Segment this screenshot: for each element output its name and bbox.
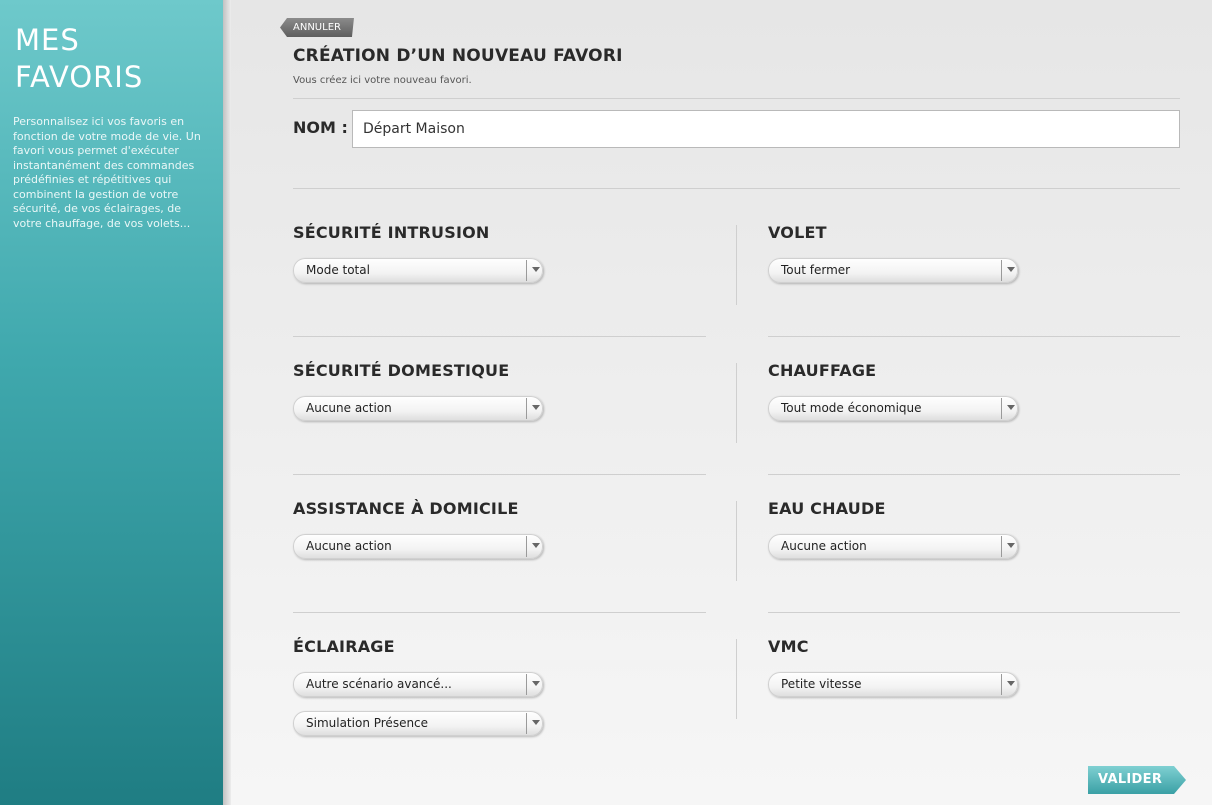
chevron-down-icon (1007, 681, 1015, 686)
chevron-down-icon (532, 720, 540, 725)
divider (293, 336, 706, 337)
select-value: Autre scénario avancé... (306, 677, 452, 691)
column-divider (736, 639, 737, 719)
volet-select[interactable]: Tout fermer (768, 258, 1018, 283)
eau-chaude-select[interactable]: Aucune action (768, 534, 1018, 559)
divider (293, 474, 706, 475)
select-separator (1001, 536, 1002, 557)
section-title-eau-chaude: EAU CHAUDE (768, 499, 886, 518)
divider (293, 612, 706, 613)
eclairage-select[interactable]: Autre scénario avancé... (293, 672, 543, 697)
divider (768, 336, 1180, 337)
section-title-chauffage: CHAUFFAGE (768, 361, 877, 380)
select-value: Petite vitesse (781, 677, 862, 691)
chevron-down-icon (532, 405, 540, 410)
column-divider (736, 501, 737, 581)
name-input[interactable] (352, 110, 1180, 148)
chevron-down-icon (1007, 267, 1015, 272)
select-value: Tout mode économique (781, 401, 922, 415)
divider (293, 188, 1180, 189)
select-value: Aucune action (306, 539, 392, 553)
column-divider (736, 363, 737, 443)
section-title-eclairage: ÉCLAIRAGE (293, 637, 395, 656)
select-separator (526, 674, 527, 695)
vmc-select[interactable]: Petite vitesse (768, 672, 1018, 697)
page-title: CRÉATION D’UN NOUVEAU FAVORI (293, 46, 623, 66)
select-separator (1001, 260, 1002, 281)
select-value: Aucune action (306, 401, 392, 415)
section-title-assistance: ASSISTANCE À DOMICILE (293, 499, 519, 518)
sidebar-shadow (223, 0, 231, 805)
select-separator (526, 398, 527, 419)
sidebar-title-line-1: MES (15, 23, 80, 57)
divider (768, 612, 1180, 613)
select-separator (1001, 398, 1002, 419)
sidebar-title: MES FAVORIS (15, 22, 215, 96)
chevron-down-icon (532, 267, 540, 272)
sidebar: MES FAVORIS Personnalisez ici vos favori… (0, 0, 223, 805)
assistance-select[interactable]: Aucune action (293, 534, 543, 559)
column-divider (736, 225, 737, 305)
divider (768, 474, 1180, 475)
sidebar-description: Personnalisez ici vos favoris en fonctio… (13, 115, 201, 230)
select-value: Tout fermer (781, 263, 851, 277)
select-separator (526, 536, 527, 557)
chevron-down-icon (532, 681, 540, 686)
securite-intrusion-select[interactable]: Mode total (293, 258, 543, 283)
section-title-vmc: VMC (768, 637, 809, 656)
eclairage-scenario-select[interactable]: Simulation Présence (293, 711, 543, 736)
chevron-down-icon (1007, 543, 1015, 548)
sidebar-title-line-2: FAVORIS (15, 60, 144, 94)
securite-domestique-select[interactable]: Aucune action (293, 396, 543, 421)
select-value: Mode total (306, 263, 370, 277)
validate-button[interactable]: VALIDER (1088, 766, 1186, 794)
section-title-securite-domestique: SÉCURITÉ DOMESTIQUE (293, 361, 510, 380)
divider (293, 98, 1180, 99)
name-label: NOM : (293, 118, 348, 137)
select-value: Simulation Présence (306, 716, 429, 730)
chevron-down-icon (1007, 405, 1015, 410)
select-value: Aucune action (781, 539, 867, 553)
select-separator (526, 713, 527, 734)
page-subtitle: Vous créez ici votre nouveau favori. (293, 75, 472, 86)
cancel-button[interactable]: ANNULER (280, 18, 354, 37)
select-separator (526, 260, 527, 281)
select-separator (1001, 674, 1002, 695)
chauffage-select[interactable]: Tout mode économique (768, 396, 1018, 421)
chevron-down-icon (532, 543, 540, 548)
section-title-volet: VOLET (768, 223, 827, 242)
section-title-securite-intrusion: SÉCURITÉ INTRUSION (293, 223, 490, 242)
